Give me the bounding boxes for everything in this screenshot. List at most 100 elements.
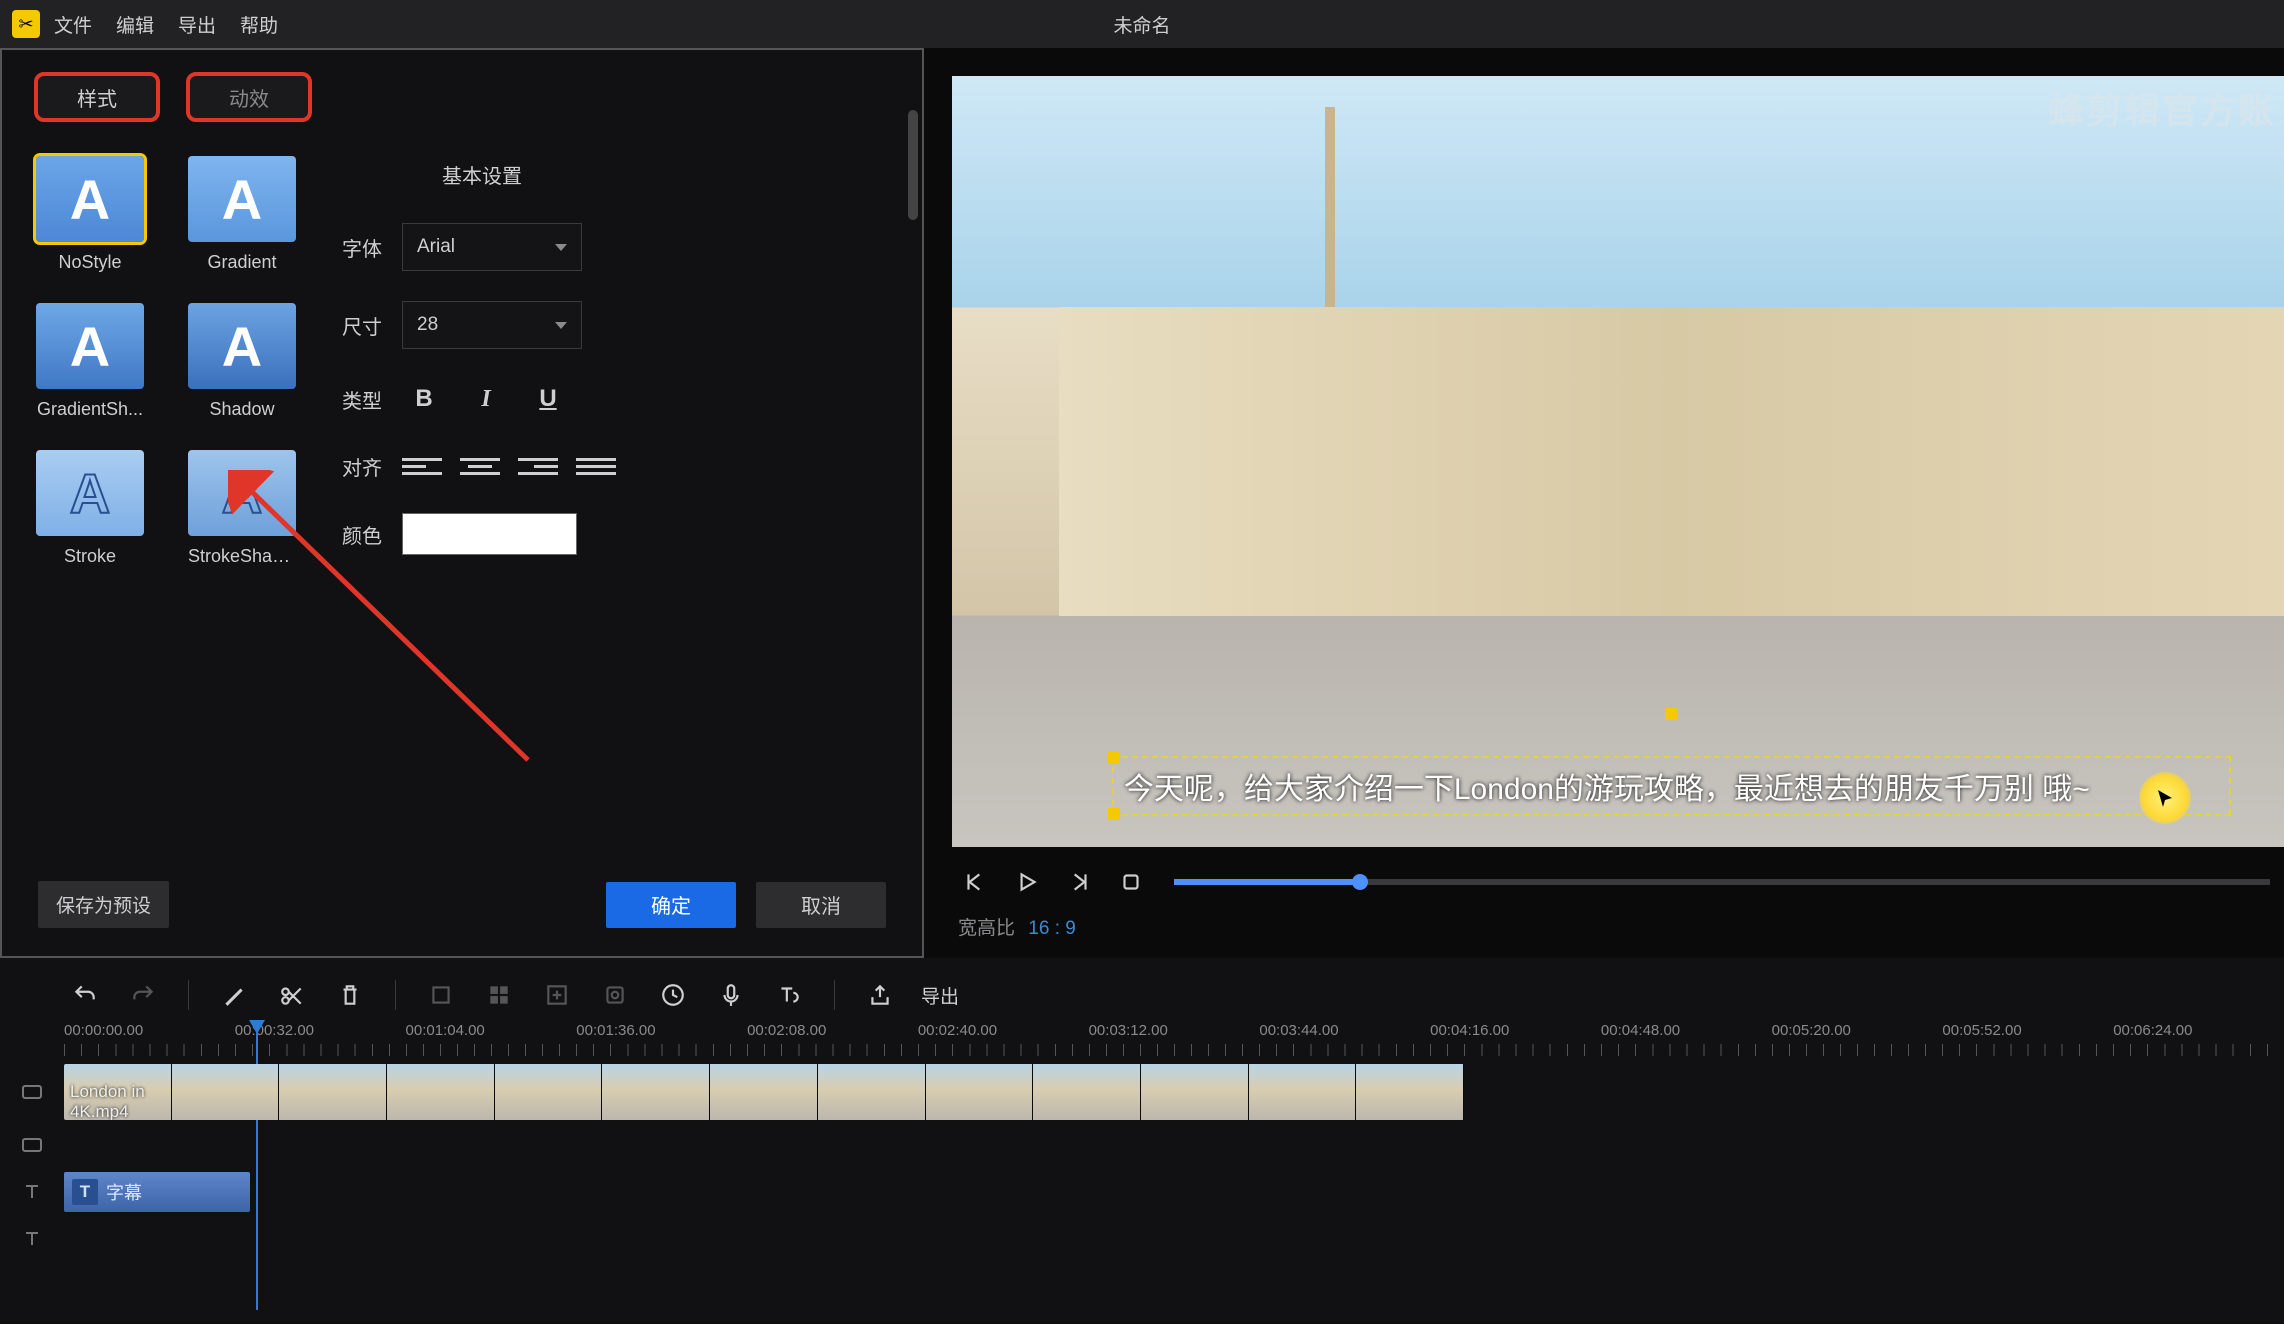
menu-file[interactable]: 文件 xyxy=(54,11,92,38)
text-to-speech-tool[interactable] xyxy=(772,978,806,1012)
color-label: 颜色 xyxy=(342,520,402,549)
preset-shadow[interactable]: A Shadow xyxy=(188,303,296,420)
video-frame-thumb xyxy=(1141,1064,1249,1120)
preset-label: Shadow xyxy=(209,399,274,420)
edit-tool[interactable] xyxy=(217,978,251,1012)
preset-gradient[interactable]: AGradient xyxy=(188,156,296,273)
align-label: 对齐 xyxy=(342,452,402,481)
section-title: 基本设置 xyxy=(442,160,852,189)
ruler-tick: 00:01:36.00 xyxy=(576,1022,747,1062)
delete-tool[interactable] xyxy=(333,978,367,1012)
preset-strokeshad[interactable]: A StrokeShad... xyxy=(188,450,296,567)
video-track[interactable] xyxy=(0,1062,2284,1122)
share-tool[interactable] xyxy=(863,978,897,1012)
ruler-tick: 00:06:24.00 xyxy=(2113,1022,2284,1062)
progress-knob[interactable] xyxy=(1352,874,1368,890)
voiceover-tool[interactable] xyxy=(714,978,748,1012)
resize-handle[interactable] xyxy=(1108,752,1120,764)
stop-button[interactable] xyxy=(1114,865,1148,899)
undo-button[interactable] xyxy=(68,978,102,1012)
subtitle-track-2[interactable] xyxy=(0,1222,2284,1256)
crop-tool[interactable] xyxy=(424,978,458,1012)
preset-thumb: A xyxy=(188,303,296,389)
freeze-tool[interactable] xyxy=(598,978,632,1012)
resize-handle[interactable] xyxy=(1108,808,1120,820)
save-preset-button[interactable]: 保存为预设 xyxy=(38,881,169,928)
align-left-button[interactable] xyxy=(402,449,442,483)
chevron-down-icon xyxy=(555,322,567,329)
aspect-ratio-row: 宽高比 16 : 9 xyxy=(952,907,2284,940)
timeline-ruler[interactable]: 00:00:00.0000:00:32.0000:01:04.0000:01:3… xyxy=(64,1022,2284,1062)
align-center-button[interactable] xyxy=(460,449,500,483)
menu-edit[interactable]: 编辑 xyxy=(116,11,154,38)
preset-label: StrokeShad... xyxy=(188,546,296,567)
bold-button[interactable]: B xyxy=(402,379,446,419)
ruler-tick: 00:02:40.00 xyxy=(918,1022,1089,1062)
play-button[interactable] xyxy=(1010,865,1044,899)
next-frame-button[interactable] xyxy=(1062,865,1096,899)
tab-style[interactable]: 样式 xyxy=(34,72,160,122)
ruler-tick: 00:03:12.00 xyxy=(1089,1022,1260,1062)
export-button[interactable]: 导出 xyxy=(921,982,959,1009)
preset-thumb: A xyxy=(36,450,144,536)
align-justify-button[interactable] xyxy=(576,449,616,483)
preset-label: NoStyle xyxy=(58,252,121,273)
font-combo[interactable]: Arial xyxy=(402,223,582,271)
video-frame-thumb xyxy=(602,1064,710,1120)
panel-scrollbar[interactable] xyxy=(908,110,918,220)
video-preview[interactable]: 蜂剪辑官方账 今天呢，给大家介绍一下London的游玩攻略，最近想去的朋友千万别… xyxy=(952,76,2284,847)
aspect-value[interactable]: 16 : 9 xyxy=(1028,918,1076,939)
size-value: 28 xyxy=(417,314,438,336)
video-frame-thumb xyxy=(172,1064,280,1120)
redo-button[interactable] xyxy=(126,978,160,1012)
audio-track[interactable] xyxy=(0,1128,2284,1162)
ok-button[interactable]: 确定 xyxy=(606,882,736,928)
prev-frame-button[interactable] xyxy=(958,865,992,899)
video-clip[interactable] xyxy=(64,1064,1464,1120)
video-frame-thumb xyxy=(1033,1064,1141,1120)
preset-label: Stroke xyxy=(64,546,116,567)
color-swatch[interactable] xyxy=(402,513,577,555)
subtitle-text: 今天呢，给大家介绍一下London的游玩攻略，最近想去的朋友千万别 哦~ xyxy=(1124,764,2219,808)
underline-button[interactable]: U xyxy=(526,379,570,419)
preset-gradientsh[interactable]: AGradientSh... xyxy=(36,303,144,420)
tab-effect[interactable]: 动效 xyxy=(186,72,312,122)
rotate-handle[interactable] xyxy=(1665,708,1677,720)
mosaic-tool[interactable] xyxy=(482,978,516,1012)
zoom-tool[interactable] xyxy=(540,978,574,1012)
video-track-icon xyxy=(0,1080,64,1104)
split-tool[interactable] xyxy=(275,978,309,1012)
menu-export[interactable]: 导出 xyxy=(178,11,216,38)
video-frame-thumb xyxy=(495,1064,603,1120)
window-title: 未命名 xyxy=(1113,11,1170,38)
preset-thumb: A xyxy=(188,450,296,536)
cancel-button[interactable]: 取消 xyxy=(756,882,886,928)
size-combo[interactable]: 28 xyxy=(402,301,582,349)
ruler-tick: 00:04:48.00 xyxy=(1601,1022,1772,1062)
menubar: ✂ 文件 编辑 导出 帮助 未命名 xyxy=(0,0,2284,48)
video-frame-thumb xyxy=(279,1064,387,1120)
ruler-tick: 00:05:20.00 xyxy=(1772,1022,1943,1062)
ruler-tick: 00:04:16.00 xyxy=(1430,1022,1601,1062)
video-frame-thumb xyxy=(710,1064,818,1120)
preset-nostyle[interactable]: ANoStyle xyxy=(36,156,144,273)
progress-bar[interactable] xyxy=(1174,879,2270,885)
subtitle-bounding-box[interactable]: 今天呢，给大家介绍一下London的游玩攻略，最近想去的朋友千万别 哦~ xyxy=(1112,756,2231,816)
watermark: 蜂剪辑官方账 xyxy=(2048,82,2276,134)
align-right-button[interactable] xyxy=(518,449,558,483)
video-frame-thumb xyxy=(926,1064,1034,1120)
preview-panel: 蜂剪辑官方账 今天呢，给大家介绍一下London的游玩攻略，最近想去的朋友千万别… xyxy=(924,48,2284,958)
subtitle-track[interactable]: T 字幕 xyxy=(0,1168,2284,1216)
subtitle-clip[interactable]: T 字幕 xyxy=(64,1172,250,1212)
duration-tool[interactable] xyxy=(656,978,690,1012)
video-frame-thumb xyxy=(818,1064,926,1120)
preset-label: GradientSh... xyxy=(37,399,143,420)
preset-stroke[interactable]: A Stroke xyxy=(36,450,144,567)
ruler-tick: 00:02:08.00 xyxy=(747,1022,918,1062)
video-frame-thumb xyxy=(64,1064,172,1120)
style-panel: 样式 动效 ANoStyleAGradientAGradientSh...ASh… xyxy=(0,48,924,958)
menu-help[interactable]: 帮助 xyxy=(240,11,278,38)
italic-button[interactable]: I xyxy=(464,379,508,419)
ruler-tick: 00:03:44.00 xyxy=(1259,1022,1430,1062)
size-label: 尺寸 xyxy=(342,311,402,340)
